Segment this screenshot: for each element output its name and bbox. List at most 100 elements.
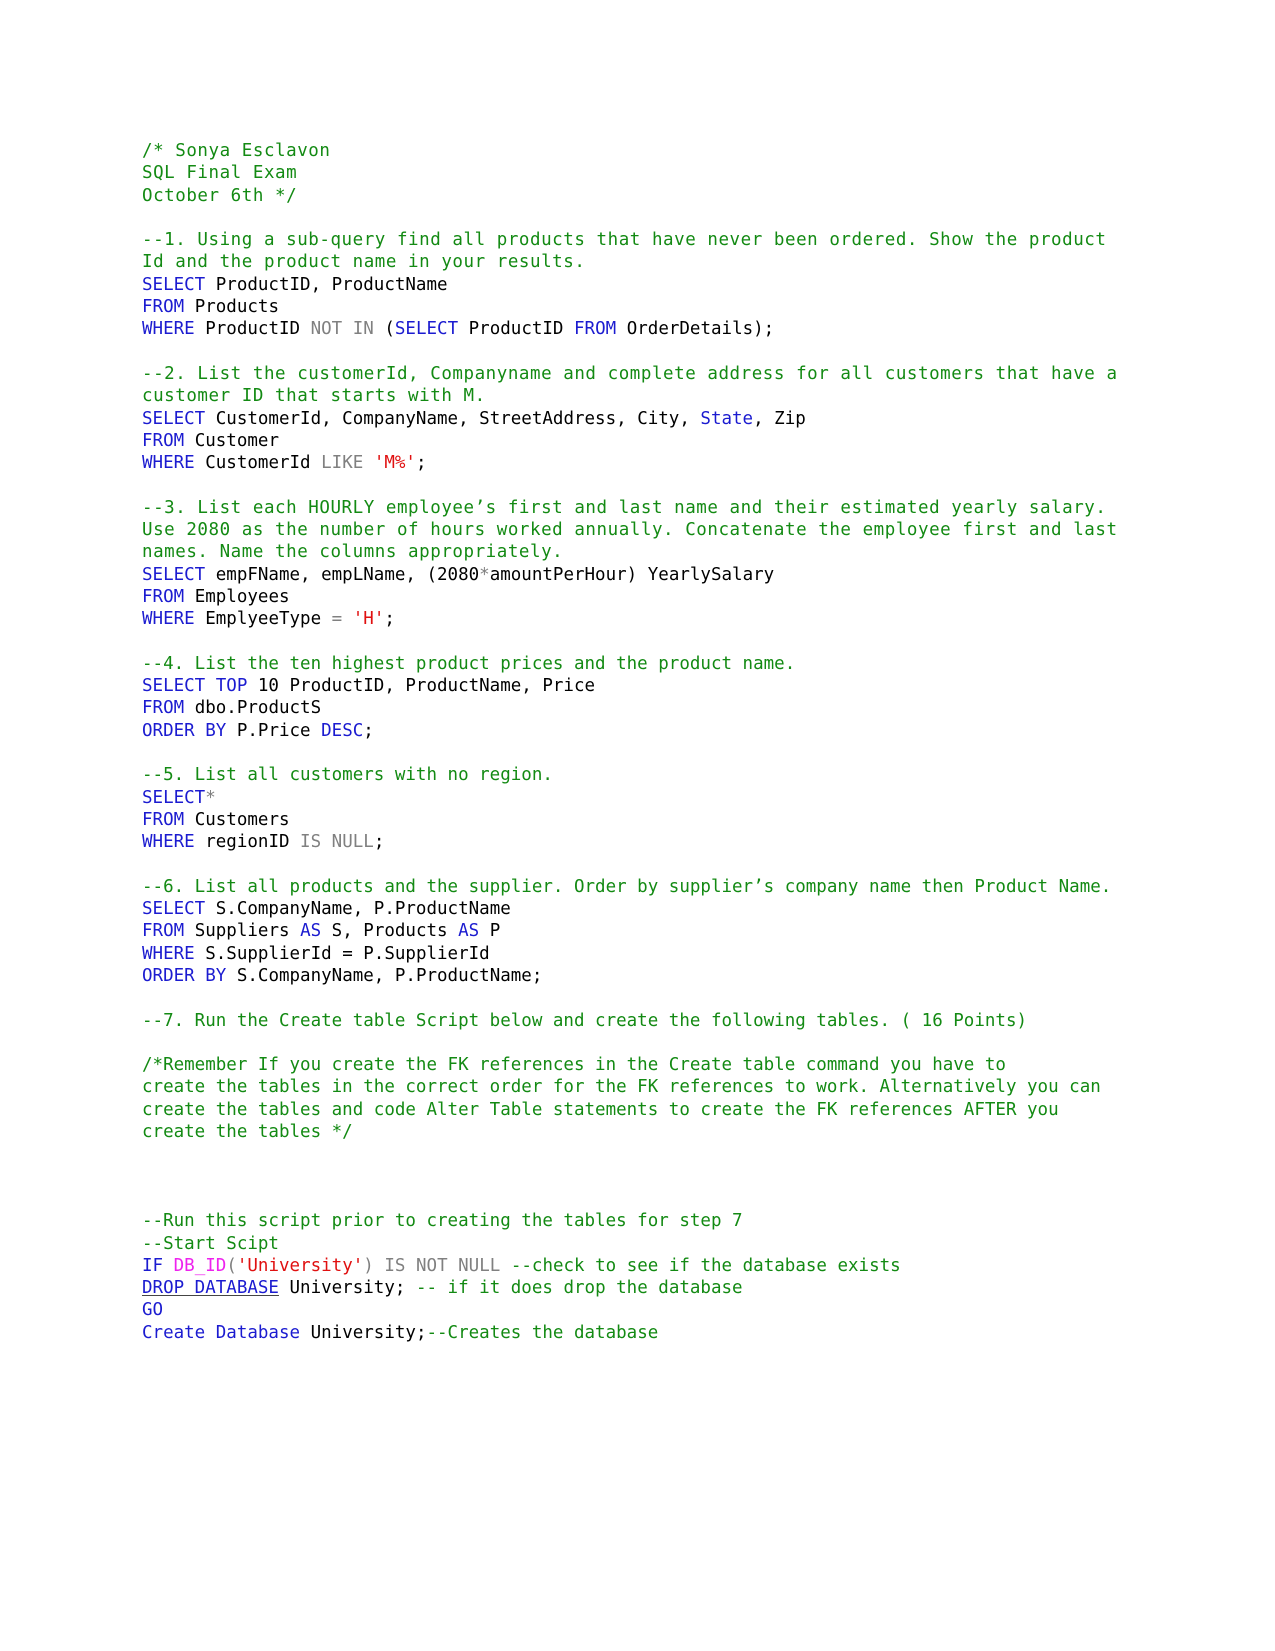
q4-sql-line-1-token-0: SELECT TOP [142, 676, 248, 697]
q1-prompt-text: --1. Using a sub-query find all products… [142, 230, 1118, 273]
q4-sql-line-1: SELECT TOP 10 ProductID, ProductName, Pr… [142, 675, 1135, 697]
q4-sql-line-3-token-0: ORDER BY [142, 720, 227, 741]
q6-sql-line-1-token-1: S.CompanyName, P.ProductName [205, 899, 511, 920]
header-line-2-text: SQL Final Exam [142, 163, 298, 184]
q1-sql-line-3-token-1: ProductID [194, 319, 311, 340]
q6-sql-line-2-token-5: P [479, 921, 501, 942]
q1-sql-line-3-token-4: SELECT [394, 319, 459, 340]
q4-sql-line-2: FROM dbo.ProductS [142, 697, 1135, 719]
q1-sql-line-3-token-7: OrderDetails); [616, 319, 775, 340]
block-comment-line-3-text: create the tables and code Alter Table s… [142, 1099, 1059, 1120]
q6-sql-line-3: WHERE S.SupplierId = P.SupplierId [142, 943, 1135, 965]
q6-sql-line-3-token-1: S.SupplierId = P.SupplierId [194, 943, 490, 964]
q7-prompt: --7. Run the Create table Script below a… [142, 1010, 1135, 1032]
q1-sql-line-1-token-0: SELECT [142, 274, 206, 295]
header-line-2: SQL Final Exam [142, 162, 1135, 184]
q1-sql-line-3: WHERE ProductID NOT IN (SELECT ProductID… [142, 318, 1135, 340]
q5-sql-line-3-token-1: regionID [194, 832, 301, 853]
q4-sql-line-2-token-0: FROM [142, 698, 185, 719]
q5-sql-line-2-token-0: FROM [142, 809, 185, 830]
header-line-3: October 6th */ [142, 185, 1135, 207]
q6-sql-line-4-token-1: S.CompanyName, P.ProductName; [226, 965, 543, 986]
script-drop-database-token-1: University; [278, 1278, 406, 1299]
document-page: /* Sonya Esclavon SQL Final Exam October 6… [0, 0, 1275, 1651]
q1-sql-line-1: SELECT ProductID, ProductName [142, 274, 1135, 296]
q2-sql-line-1-token-3: , Zip [753, 408, 806, 429]
q2-sql-line-1: SELECT CustomerId, CompanyName, StreetAd… [142, 408, 1135, 430]
script-if-db-id-token-1 [163, 1256, 174, 1276]
q4-prompt-text: --4. List the ten highest product prices… [142, 653, 796, 674]
q6-prompt-text: --6. List all products and the supplier.… [142, 876, 1112, 897]
script-comment-1-text: --Run this script prior to creating the … [142, 1211, 743, 1232]
q4-sql-line-1-token-1: 10 ProductID, ProductName, Price [247, 676, 596, 697]
q4-sql-line-3-token-2: DESC [321, 720, 364, 741]
q2-sql-line-3-token-3 [363, 453, 374, 473]
script-create-database-token-2: --Creates the database [426, 1322, 659, 1343]
q3-sql-line-3-token-1: EmplyeeType [194, 609, 332, 630]
q1-sql-line-3-token-5: ProductID [458, 319, 575, 340]
q5-prompt: --5. List all customers with no region. [142, 764, 1135, 786]
q6-prompt: --6. List all products and the supplier.… [142, 876, 1135, 898]
header-line-1-text: /* Sonya Esclavon [142, 141, 331, 161]
sql-code-body[interactable]: /* Sonya Esclavon SQL Final Exam October 6… [142, 140, 1135, 1344]
q6-sql-line-4-token-0: ORDER BY [142, 965, 227, 986]
script-comment-1: --Run this script prior to creating the … [142, 1210, 1135, 1232]
spacer-after-q6 [142, 987, 1135, 1009]
script-if-db-id-token-2: DB_ID [173, 1255, 227, 1276]
spacer-1-after-block-comment [142, 1143, 1135, 1165]
q4-sql-line-3-token-3: ; [363, 720, 374, 741]
script-create-database-token-0: Create Database [142, 1322, 301, 1343]
q3-sql-line-1-token-2: * [479, 564, 490, 585]
q3-sql-line-3-token-3 [342, 609, 353, 629]
q7-prompt-text: --7. Run the Create table Script below a… [142, 1010, 1028, 1031]
script-if-db-id-token-7: IS NOT NULL [384, 1255, 501, 1276]
q5-sql-line-3-token-2: IS NULL [300, 832, 374, 853]
q6-sql-line-2-token-1: Suppliers [184, 921, 301, 942]
q1-sql-line-3-token-6: FROM [574, 319, 617, 340]
script-create-database: Create Database University;--Creates the… [142, 1322, 1135, 1344]
q5-sql-line-1-token-0: SELECT [142, 787, 206, 808]
spacer-after-q4 [142, 742, 1135, 764]
q4-prompt: --4. List the ten highest product prices… [142, 653, 1135, 675]
q5-sql-line-3: WHERE regionID IS NULL; [142, 831, 1135, 853]
q1-sql-line-2-token-0: FROM [142, 297, 185, 318]
q2-sql-line-2: FROM Customer [142, 430, 1135, 452]
q1-sql-line-3-token-2: NOT IN [310, 319, 374, 340]
q1-sql-line-2: FROM Products [142, 296, 1135, 318]
spacer-after-q2 [142, 474, 1135, 496]
q3-sql-line-1-token-3: amountPerHour) YearlySalary [489, 564, 775, 585]
spacer-after-q5 [142, 854, 1135, 876]
q6-sql-line-2-token-0: FROM [142, 921, 185, 942]
q2-sql-line-3-token-1: CustomerId [194, 453, 322, 474]
q5-sql-line-3-token-3: ; [373, 832, 385, 853]
q4-sql-line-3: ORDER BY P.Price DESC; [142, 720, 1135, 742]
q6-sql-line-3-token-0: WHERE [142, 943, 195, 964]
q5-sql-line-1: SELECT* [142, 787, 1135, 809]
q3-sql-line-2-token-0: FROM [142, 586, 185, 607]
q3-sql-line-2-token-1: Employees [184, 586, 290, 607]
q1-prompt: --1. Using a sub-query find all products… [142, 229, 1135, 274]
q3-sql-line-3-token-4: 'H' [352, 609, 385, 630]
script-go: GO [142, 1299, 1135, 1321]
q5-sql-line-2: FROM Customers [142, 809, 1135, 831]
q6-sql-line-1-token-0: SELECT [142, 899, 206, 920]
q5-sql-line-3-token-0: WHERE [142, 832, 195, 853]
q3-sql-line-1: SELECT empFName, empLName, (2080*amountP… [142, 564, 1135, 586]
block-comment-line-4-text: create the tables */ [142, 1122, 353, 1143]
q1-sql-line-2-token-1: Products [184, 297, 279, 318]
q3-prompt-text: --3. List each HOURLY employee’s first a… [142, 497, 1129, 563]
q4-sql-line-2-token-1: dbo.ProductS [184, 698, 322, 719]
spacer-after-header [142, 207, 1135, 229]
header-line-1: /* Sonya Esclavon [142, 140, 1135, 162]
script-drop-database-token-2 [405, 1278, 416, 1298]
q2-prompt: --2. List the customerId, Companyname an… [142, 363, 1135, 408]
q5-prompt-text: --5. List all customers with no region. [142, 765, 553, 786]
q2-sql-line-3-token-5: ; [415, 453, 427, 474]
spacer-2-after-block-comment [142, 1166, 1135, 1188]
q1-sql-line-1-token-1: ProductID, ProductName [205, 274, 448, 295]
q3-sql-line-1-token-0: SELECT [142, 564, 206, 585]
script-drop-database-token-3: -- if it does drop the database [415, 1278, 743, 1299]
q3-sql-line-1-token-1: empFName, empLName, (2080 [205, 564, 480, 585]
script-if-db-id: IF DB_ID('University') IS NOT NULL --che… [142, 1255, 1135, 1277]
q6-sql-line-2-token-2: AS [300, 921, 322, 942]
